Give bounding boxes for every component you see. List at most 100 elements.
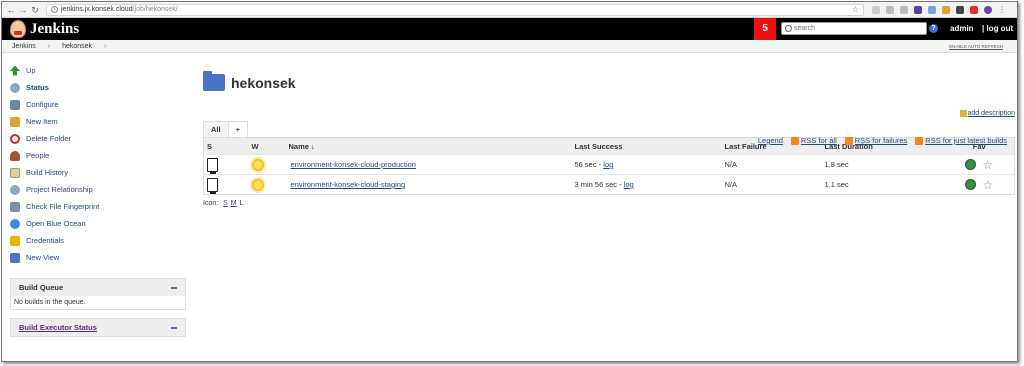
jenkins-logo[interactable]: Jenkins: [10, 20, 79, 38]
icon-size-small[interactable]: S: [223, 200, 228, 207]
table-row: environment-konsek-cloud-staging 3 min 5…: [203, 174, 1015, 195]
task-up[interactable]: Up: [10, 62, 186, 79]
breadcrumb-hekonsek[interactable]: hekonsek: [62, 43, 92, 50]
last-failure-cell: N/A: [721, 154, 822, 175]
task-label: Credentials: [26, 236, 64, 245]
menu-dots-icon[interactable]: ⋮: [998, 5, 1006, 14]
task-status[interactable]: Status: [10, 79, 186, 96]
job-link[interactable]: environment-konsek-cloud-production: [291, 160, 416, 169]
task-new-view[interactable]: New View: [10, 249, 186, 266]
logout-link[interactable]: | log out: [982, 24, 1013, 33]
add-description-label: add description: [967, 110, 1015, 117]
extension-icon[interactable]: [984, 5, 992, 14]
extension-icon[interactable]: [942, 5, 950, 14]
help-icon[interactable]: ?: [929, 24, 938, 33]
add-description-link[interactable]: add description: [959, 110, 1015, 117]
tab-all[interactable]: All: [203, 121, 229, 137]
tab-add-view[interactable]: +: [228, 121, 248, 137]
col-last-success[interactable]: Last Success: [571, 137, 722, 155]
status-cell: [203, 154, 249, 175]
extension-icon[interactable]: [886, 5, 894, 14]
magnifier-icon: [10, 82, 20, 93]
task-configure[interactable]: Configure: [10, 96, 186, 113]
last-duration-cell: 1.1 sec: [821, 174, 942, 195]
weather-cell: [248, 174, 286, 195]
extension-icon[interactable]: [900, 5, 908, 14]
task-new-item[interactable]: New Item: [10, 113, 186, 130]
rss-latest[interactable]: RSS for just latest builds: [915, 136, 1007, 146]
task-project-relationship[interactable]: Project Relationship: [10, 181, 186, 198]
sunny-weather-icon: [251, 158, 264, 171]
up-arrow-icon: [10, 65, 20, 76]
extension-icon[interactable]: [970, 5, 978, 14]
blue-ocean-icon: [10, 218, 20, 229]
search-input[interactable]: [794, 25, 914, 32]
reload-icon[interactable]: ↻: [30, 5, 40, 15]
table-row: environment-konsek-cloud-production 56 s…: [203, 154, 1015, 175]
executor-status-link[interactable]: Build Executor Status: [19, 323, 97, 332]
col-name[interactable]: Name ↓: [285, 137, 572, 155]
build-queue-title: Build Queue: [19, 283, 64, 292]
task-build-history[interactable]: Build History: [10, 164, 186, 181]
icon-size-medium[interactable]: M: [231, 200, 237, 207]
search-box[interactable]: [781, 22, 927, 35]
address-bar[interactable]: i jenkins.jx.konsek.cloud/job/hekonsek/ …: [46, 3, 864, 16]
last-success-text: 56 sec -: [574, 160, 602, 169]
enable-auto-refresh-link[interactable]: ENABLE AUTO REFRESH: [949, 44, 1003, 49]
extension-icon[interactable]: [914, 5, 922, 14]
back-icon[interactable]: ←: [6, 5, 16, 15]
col-weather[interactable]: W: [248, 137, 286, 155]
not-built-status-icon: [207, 177, 218, 194]
task-credentials[interactable]: Credentials: [10, 232, 186, 249]
log-link[interactable]: log: [624, 180, 634, 189]
collapse-icon[interactable]: [171, 286, 177, 289]
last-success-cell: 56 sec - log: [571, 154, 722, 175]
rss-icon: [844, 137, 853, 146]
fingerprint-icon: [10, 201, 20, 212]
last-success-cell: 3 min 56 sec - log: [571, 174, 722, 195]
executor-status-header: Build Executor Status: [11, 319, 185, 336]
breadcrumb-jenkins[interactable]: Jenkins: [12, 43, 36, 50]
last-duration-cell: 1.8 sec: [821, 154, 942, 175]
rss-icon: [790, 137, 799, 146]
task-label: Open Blue Ocean: [26, 219, 86, 228]
task-open-blue-ocean[interactable]: Open Blue Ocean: [10, 215, 186, 232]
collapse-icon[interactable]: [171, 326, 177, 329]
user-link[interactable]: admin: [950, 24, 974, 33]
job-link[interactable]: environment-konsek-cloud-staging: [291, 180, 406, 189]
jenkins-header: Jenkins 5 ? admin | log out: [2, 18, 1017, 40]
legend-link[interactable]: Legend: [758, 136, 783, 145]
icon-size-selector: Icon: S M L: [203, 200, 1015, 207]
task-check-fingerprint[interactable]: Check File Fingerprint: [10, 198, 186, 215]
weather-cell: [248, 154, 286, 175]
schedule-build-icon[interactable]: [965, 159, 977, 170]
info-icon[interactable]: i: [51, 6, 58, 13]
extension-icon[interactable]: [928, 5, 936, 14]
log-link[interactable]: log: [603, 160, 613, 169]
notification-badge[interactable]: 5: [754, 18, 776, 40]
forward-icon[interactable]: →: [18, 5, 28, 15]
rss-all[interactable]: RSS for all: [790, 136, 837, 146]
url-path: /job/hekonsek/: [132, 6, 178, 13]
task-people[interactable]: People: [10, 147, 186, 164]
page-title: hekonsek: [231, 74, 296, 91]
task-label: Status: [26, 83, 49, 92]
extension-icon[interactable]: [872, 5, 880, 14]
bookmark-star-icon[interactable]: ☆: [852, 5, 859, 14]
breadcrumb-separator-icon[interactable]: ›: [104, 43, 106, 50]
favorite-star-icon[interactable]: ☆: [982, 158, 993, 172]
col-status[interactable]: S: [203, 137, 249, 155]
breadcrumb: Jenkins › hekonsek › ENABLE AUTO REFRESH: [2, 40, 1017, 53]
task-label: Check File Fingerprint: [26, 202, 100, 211]
last-success-text: 3 min 56 sec -: [574, 180, 622, 189]
task-label: People: [26, 151, 50, 160]
rss-failures[interactable]: RSS for failures: [844, 136, 907, 146]
wrench-screwdriver-icon: [10, 99, 20, 110]
schedule-build-icon[interactable]: [965, 179, 977, 190]
task-delete-folder[interactable]: Delete Folder: [10, 130, 186, 147]
not-built-status-icon: [207, 157, 218, 174]
folder-icon: [10, 252, 20, 263]
credentials-icon: [10, 235, 20, 246]
extension-icon[interactable]: [956, 5, 964, 14]
favorite-star-icon[interactable]: ☆: [982, 178, 993, 192]
